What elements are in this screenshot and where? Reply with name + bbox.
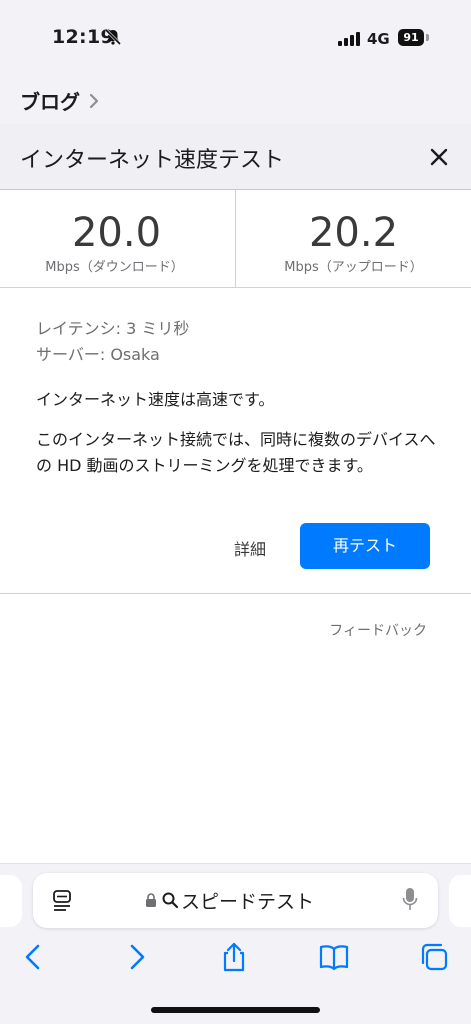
latency-text: レイテンシ: 3 ミリ秒 [36,319,190,338]
lock-icon [146,893,156,907]
feedback-link[interactable]: フィードバック [329,620,427,640]
breadcrumb-label[interactable]: ブログ [20,86,80,115]
retest-button[interactable]: 再テスト [300,523,430,569]
back-icon[interactable] [18,941,50,973]
speed-status-text: インターネット速度は高速です。 [36,390,275,409]
header: インターネット速度テスト [0,124,471,190]
close-icon[interactable] [429,147,449,167]
download-panel: 20.0 Mbps（ダウンロード） [0,190,235,288]
search-icon [162,892,179,909]
battery-tip [426,34,429,41]
chevron-right-icon [89,93,99,109]
download-unit: Mbps（ダウンロード） [45,260,184,275]
download-value: 20.0 [71,210,162,256]
signal-icon [338,32,362,46]
bell-slash-icon [104,28,122,46]
upload-unit: Mbps（アップロード） [284,260,423,275]
upload-value: 20.2 [308,210,399,256]
address-text[interactable]: スピードテスト [181,887,314,914]
battery-icon: 91 [398,29,424,46]
server-text: サーバー: Osaka [36,345,160,364]
details-panel: レイテンシ: 3 ミリ秒 サーバー: Osaka インターネット速度は高速です。… [0,288,471,594]
description-text: このインターネット接続では、同時に複数のデバイスへの HD 動画のストリーミング… [36,430,436,475]
reader-icon[interactable] [52,889,72,913]
share-icon[interactable] [218,941,250,973]
upload-panel: 20.2 Mbps（アップロード） [236,190,471,288]
previous-tab-card[interactable] [0,875,22,927]
home-indicator [151,1007,320,1013]
microphone-icon[interactable] [402,887,418,913]
forward-icon[interactable] [120,941,152,973]
page-title: インターネット速度テスト [20,148,285,173]
status-bar: 12:19 4G 91 [0,0,471,78]
details-link[interactable]: 詳細 [234,536,266,560]
speed-results: 20.0 Mbps（ダウンロード） 20.2 Mbps（アップロード） [0,190,471,288]
next-tab-card[interactable] [449,875,471,927]
bookmarks-icon[interactable] [318,941,350,973]
breadcrumb[interactable]: ブログ [0,78,471,124]
tabs-icon[interactable] [418,941,450,973]
network-type: 4G [367,30,390,48]
